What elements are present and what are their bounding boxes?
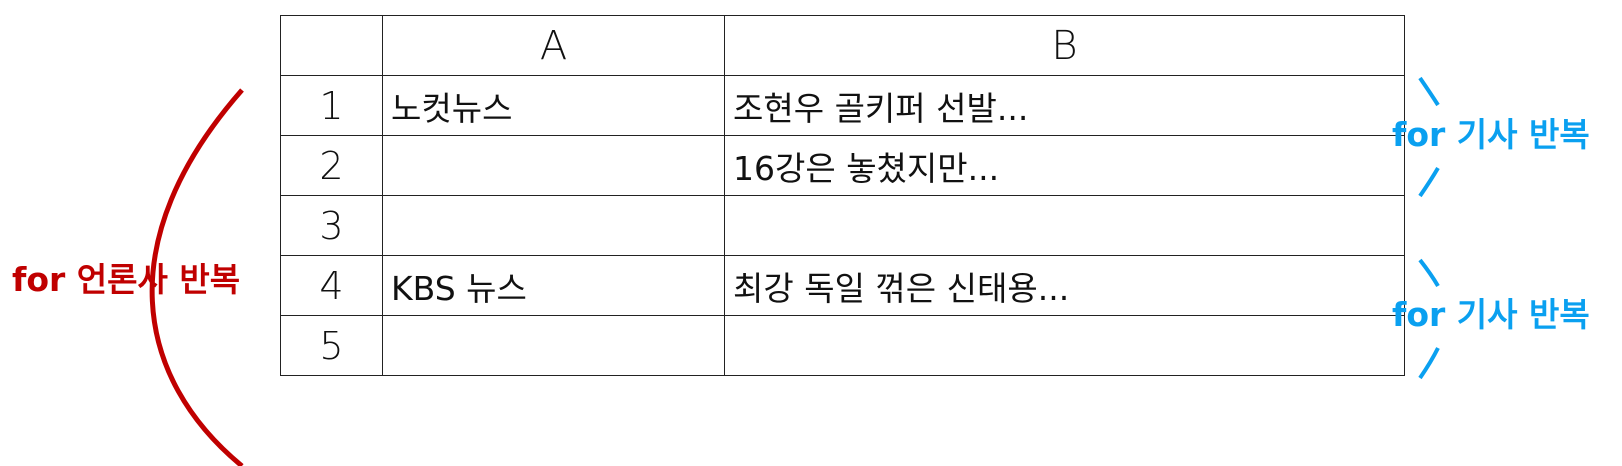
inner-loop-brace-top xyxy=(1418,76,1440,107)
outer-loop-label: for 언론사 반복 xyxy=(12,260,241,299)
inner-loop-brace-bottom xyxy=(1418,347,1440,380)
inner-loop-brace-top xyxy=(1418,258,1440,288)
inner-loop-label: for 기사 반복 xyxy=(1392,115,1590,154)
annotation-overlay xyxy=(149,76,1440,466)
inner-loop-label: for 기사 반복 xyxy=(1392,295,1590,334)
inner-loop-brace-bottom xyxy=(1418,166,1440,198)
